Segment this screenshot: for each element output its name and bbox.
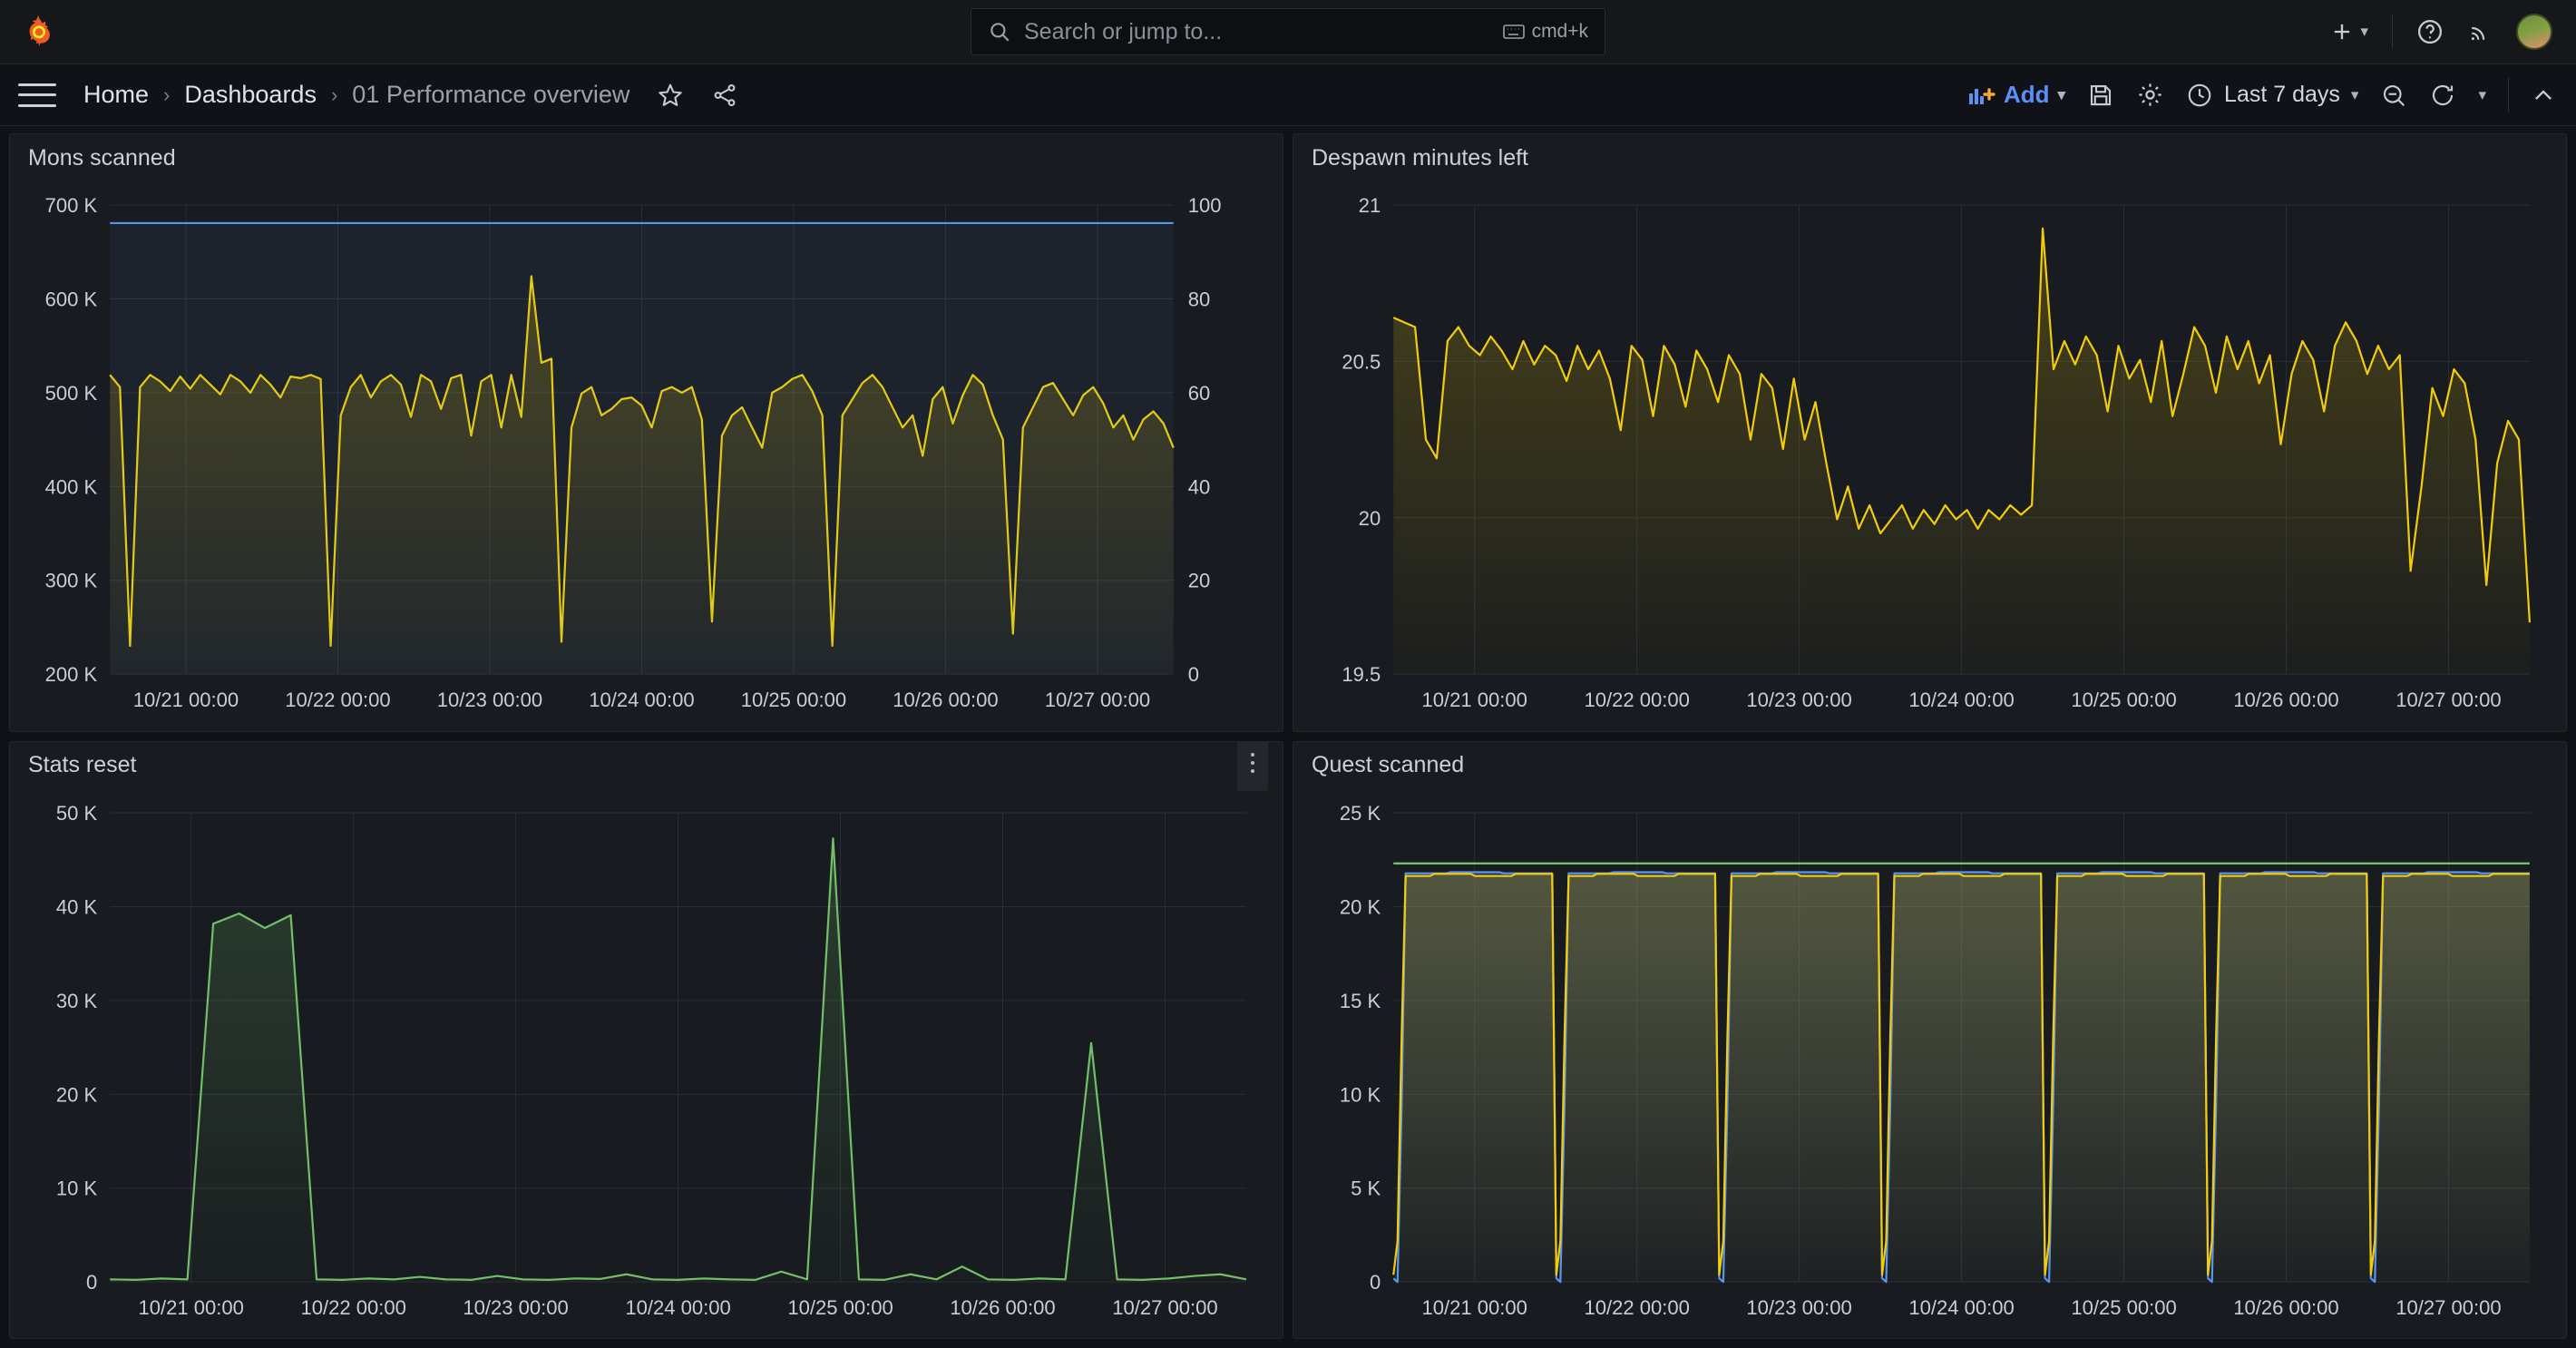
panel-title[interactable]: Mons scanned bbox=[28, 145, 176, 171]
chart-quest-scanned[interactable]: 05 K 10 K 15 K 20 K 25 K 10/21 00:00 10/22 00:… bbox=[1293, 789, 2566, 1334]
clock-icon bbox=[2186, 82, 2213, 109]
rss-icon[interactable] bbox=[2467, 19, 2493, 44]
help-circle-icon[interactable] bbox=[2416, 18, 2444, 45]
panel-header: Despawn minutes left bbox=[1293, 134, 2566, 181]
panel-header: Quest scanned bbox=[1293, 742, 2566, 789]
panel-add-icon bbox=[1968, 83, 1995, 107]
avatar[interactable] bbox=[2516, 14, 2552, 50]
top-navigation-actions: ▾ bbox=[2329, 14, 2576, 50]
keyboard-icon bbox=[1502, 24, 1525, 40]
save-dashboard-button[interactable] bbox=[2087, 82, 2114, 109]
collapse-toolbar-button[interactable] bbox=[2531, 83, 2556, 108]
panel-mons-scanned: Mons scanned 200 K 300 K 400 K 500 K 600 K 70… bbox=[9, 133, 1283, 732]
panel-legend: #stops #AR quest #nonAR quest bbox=[1293, 1334, 2566, 1338]
add-panel-button[interactable]: Add ▾ bbox=[1968, 81, 2065, 109]
breadcrumb-item-dashboards[interactable]: Dashboards bbox=[184, 81, 317, 109]
panel-legend: #Reset mon stats #Re-encounter Despawn M… bbox=[10, 1334, 1283, 1338]
dashboard-actions: Add ▾ Last 7 days ▾ ▾ bbox=[1968, 77, 2556, 112]
chevron-down-icon: ▾ bbox=[2057, 85, 2066, 103]
grafana-logo-icon[interactable] bbox=[20, 13, 58, 51]
breadcrumb: Home › Dashboards › 01 Performance overv… bbox=[83, 81, 738, 109]
create-new-button[interactable]: ▾ bbox=[2329, 19, 2368, 44]
hamburger-menu-icon[interactable] bbox=[18, 80, 56, 111]
breadcrumb-separator: › bbox=[330, 83, 338, 106]
dashboard-settings-button[interactable] bbox=[2136, 81, 2164, 109]
refresh-interval-chevron-icon[interactable]: ▾ bbox=[2478, 86, 2486, 104]
divider bbox=[2392, 15, 2393, 49]
time-range-picker[interactable]: Last 7 days ▾ bbox=[2186, 82, 2358, 109]
panel-title[interactable]: Stats reset bbox=[28, 752, 137, 778]
panel-menu-button[interactable] bbox=[1237, 741, 1268, 791]
search-shortcut-label: cmd+k bbox=[1531, 21, 1588, 42]
panel-stats-reset: Stats reset 0 10 K 20 K 30 K 40 K 50 K 10/21 0… bbox=[9, 740, 1283, 1339]
breadcrumb-item-current[interactable]: 01 Performance overview bbox=[352, 81, 629, 109]
panel-title[interactable]: Despawn minutes left bbox=[1312, 145, 1528, 171]
breadcrumb-separator: › bbox=[163, 83, 171, 106]
chart-despawn-minutes-left[interactable]: 19.5 20 20.5 21 10/21 00:00 10/22 00:00 10/23 … bbox=[1293, 181, 2566, 727]
search-input[interactable] bbox=[1024, 18, 1490, 45]
panel-legend: verified encounters bbox=[1293, 727, 2566, 730]
panel-legend: Mons_all MonsIV % IV bbox=[10, 727, 1283, 730]
search-shortcut-hint: cmd+k bbox=[1502, 21, 1588, 43]
panel-title[interactable]: Quest scanned bbox=[1312, 752, 1464, 778]
chart-stats-reset[interactable]: 0 10 K 20 K 30 K 40 K 50 K 10/21 00:00 10/22 00… bbox=[10, 789, 1283, 1334]
refresh-button[interactable] bbox=[2429, 82, 2456, 109]
star-icon[interactable] bbox=[657, 82, 684, 109]
chevron-down-icon: ▾ bbox=[2350, 85, 2359, 103]
panel-quest-scanned: Quest scanned 05 K 10 K 15 K 20 K 25 K 10/21 … bbox=[1293, 740, 2567, 1339]
chart-mons-scanned[interactable]: 200 K 300 K 400 K 500 K 600 K 700 K 0 20 40 60 80 1… bbox=[10, 181, 1283, 727]
dashboard-toolbar: Home › Dashboards › 01 Performance overv… bbox=[0, 64, 2576, 126]
panel-despawn-minutes-left: Despawn minutes left 19.5 20 20.5 21 10/21 0… bbox=[1293, 133, 2567, 732]
breadcrumb-item-home[interactable]: Home bbox=[83, 81, 149, 109]
divider bbox=[2508, 77, 2509, 112]
chevron-down-icon: ▾ bbox=[2360, 23, 2368, 40]
top-navigation-bar: cmd+k ▾ bbox=[0, 0, 2576, 64]
add-panel-label: Add bbox=[2003, 81, 2050, 108]
zoom-out-button[interactable] bbox=[2380, 82, 2407, 109]
time-range-label: Last 7 days bbox=[2224, 82, 2340, 107]
panel-header: Stats reset bbox=[10, 741, 1283, 791]
share-icon[interactable] bbox=[711, 82, 738, 109]
dashboard-panel-grid: Mons scanned 200 K 300 K 400 K 500 K 600 K 70… bbox=[0, 126, 2576, 1348]
panel-header: Mons scanned bbox=[10, 134, 1283, 181]
global-search-box[interactable]: cmd+k bbox=[971, 8, 1605, 55]
search-icon bbox=[988, 20, 1011, 44]
